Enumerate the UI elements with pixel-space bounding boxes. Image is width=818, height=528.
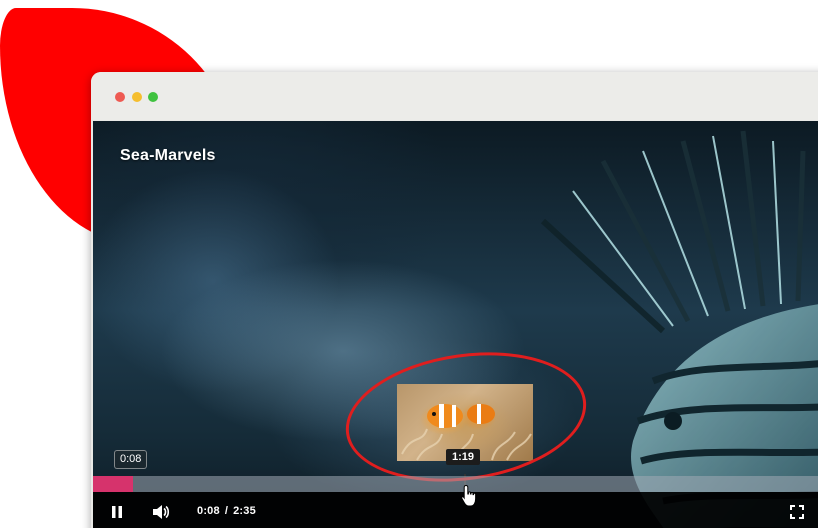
hand-cursor-icon (461, 484, 477, 507)
fullscreen-icon (790, 505, 804, 519)
volume-button[interactable] (149, 500, 173, 524)
volume-icon (153, 505, 170, 519)
video-player[interactable]: Sea-Marvels 0:08 1:19 0:08 / 2:35 (93, 121, 818, 528)
browser-titlebar (91, 72, 818, 120)
window-close-dot[interactable] (115, 92, 125, 102)
progress-bar[interactable] (93, 476, 818, 492)
window-maximize-dot[interactable] (148, 92, 158, 102)
pause-button[interactable] (105, 500, 129, 524)
window-minimize-dot[interactable] (132, 92, 142, 102)
browser-window: Sea-Marvels 0:08 1:19 0:08 / 2:35 (91, 72, 818, 528)
time-display: 0:08 / 2:35 (197, 505, 256, 517)
player-control-bar: 0:08 / 2:35 (93, 492, 818, 528)
current-time: 0:08 (197, 505, 220, 517)
seek-preview-time: 1:19 (446, 449, 481, 465)
page: Sea-Marvels 0:08 1:19 0:08 / 2:35 (0, 0, 818, 528)
elapsed-time-tooltip: 0:08 (114, 450, 148, 469)
time-separator: / (224, 505, 229, 517)
lionfish-image (540, 130, 818, 528)
total-duration: 2:35 (233, 505, 256, 517)
pause-icon (112, 506, 122, 518)
progress-bar-played (93, 476, 133, 492)
fullscreen-button[interactable] (785, 500, 809, 524)
video-title: Sea-Marvels (120, 147, 216, 164)
